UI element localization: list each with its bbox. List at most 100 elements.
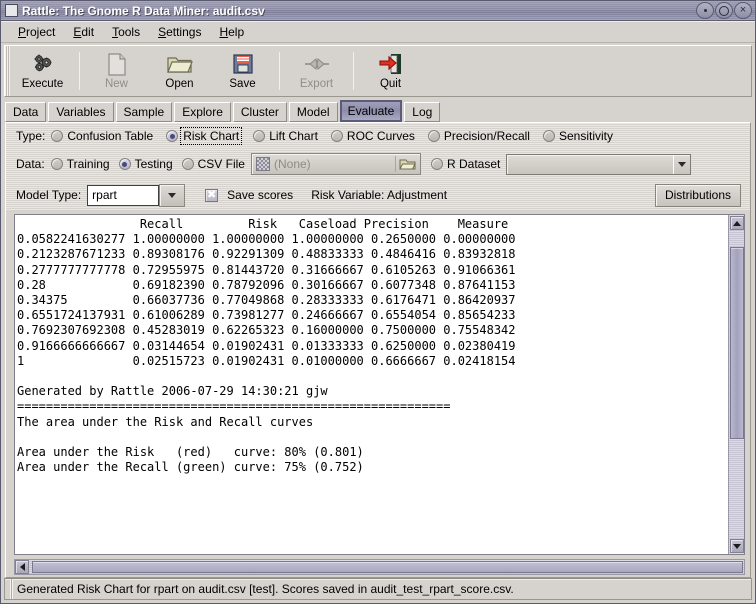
toolbar-button-execute[interactable]: Execute <box>11 46 74 96</box>
tab-evaluate[interactable]: Evaluate <box>339 100 403 122</box>
window-icon <box>5 4 18 17</box>
radio-dot <box>427 130 440 142</box>
radio-training[interactable]: Training <box>50 157 110 171</box>
vertical-scrollbar[interactable] <box>728 215 744 554</box>
radio-label: Risk Chart <box>180 127 243 145</box>
toolbar-button-save[interactable]: Save <box>211 46 274 96</box>
toolbar-label-open: Open <box>165 78 194 90</box>
radio-testing[interactable]: Testing <box>118 157 173 171</box>
toolbar: Execute New Open Save Export Quit <box>4 45 752 97</box>
toolbar-label-save: Save <box>229 78 256 90</box>
csv-file-chooser[interactable]: (None) <box>250 153 421 175</box>
menu-project[interactable]: Project <box>9 23 64 41</box>
tab-cluster[interactable]: Cluster <box>232 102 287 122</box>
notebook-tabstrip: Data Variables Sample Explore Cluster Mo… <box>5 100 751 122</box>
vscroll-thumb[interactable] <box>729 247 744 439</box>
save-scores-checkbox[interactable]: ✖ Save scores <box>205 188 293 202</box>
radio-label: Sensitivity <box>558 129 613 143</box>
radio-label: CSV File <box>197 157 245 171</box>
toolbar-separator <box>279 52 280 90</box>
radio-risk-chart[interactable]: Risk Chart <box>166 127 243 145</box>
new-document-icon <box>107 52 127 76</box>
results-textview-frame: Recall Risk Caseload Precision Measure 0… <box>14 214 745 555</box>
toolbar-label-quit: Quit <box>379 78 402 90</box>
tab-variables[interactable]: Variables <box>48 102 114 122</box>
folder-browse-icon[interactable] <box>396 158 420 171</box>
toolbar-button-open[interactable]: Open <box>148 46 211 96</box>
scroll-up-arrow-icon[interactable] <box>729 216 744 230</box>
radio-label: Precision/Recall <box>443 129 530 143</box>
window-controls: × <box>696 2 753 19</box>
radio-r-dataset[interactable]: R Dataset <box>430 157 500 171</box>
toolbar-separator <box>79 52 80 90</box>
close-button[interactable]: × <box>734 2 752 19</box>
vscroll-track[interactable] <box>729 231 744 538</box>
chevron-down-icon[interactable] <box>673 154 690 174</box>
csv-file-value: (None) <box>273 157 311 171</box>
checkerboard-icon <box>255 157 270 171</box>
data-row-label: Data: <box>16 157 45 171</box>
radio-csv-file[interactable]: CSV File <box>181 157 245 171</box>
menu-tools[interactable]: Tools <box>103 23 149 41</box>
radio-dot <box>166 130 179 142</box>
rattle-window: Rattle: The Gnome R Data Miner: audit.cs… <box>0 0 756 604</box>
checkbox-mark-icon: ✖ <box>205 188 219 202</box>
toolbar-button-quit[interactable]: Quit <box>359 46 422 96</box>
hscroll-thumb[interactable] <box>32 561 743 573</box>
tab-explore[interactable]: Explore <box>174 102 231 122</box>
data-row: Data: Training Testing CSV File (None) R… <box>6 149 750 179</box>
menu-help[interactable]: Help <box>210 23 253 41</box>
risk-variable-label: Risk Variable: Adjustment <box>311 188 448 202</box>
radio-label: Lift Chart <box>269 129 318 143</box>
menu-tools-label: ools <box>118 24 141 39</box>
toolbar-container: Execute New Open Save Export Quit <box>1 43 755 97</box>
menubar: Project Edit Tools Settings Help <box>1 21 755 43</box>
floppy-disk-icon <box>232 52 254 76</box>
radio-sensitivity[interactable]: Sensitivity <box>542 129 613 143</box>
menu-edit-label: dit <box>81 24 95 39</box>
model-type-dropdown-button[interactable] <box>159 183 186 207</box>
radio-lift-chart[interactable]: Lift Chart <box>253 129 318 143</box>
save-scores-label: Save scores <box>227 188 294 202</box>
r-dataset-combo[interactable] <box>506 153 692 175</box>
evaluate-panel: Type: Confusion Table Risk Chart Lift Ch… <box>5 122 751 578</box>
radio-confusion-table[interactable]: Confusion Table <box>51 129 153 143</box>
menu-edit[interactable]: Edit <box>64 23 103 41</box>
tab-model[interactable]: Model <box>288 102 338 122</box>
export-icon <box>304 52 330 76</box>
toolbar-separator <box>353 52 354 90</box>
open-folder-icon <box>166 52 193 76</box>
maximize-button[interactable] <box>715 2 733 19</box>
results-textview[interactable]: Recall Risk Caseload Precision Measure 0… <box>15 215 728 554</box>
model-type-input[interactable]: rpart <box>87 184 160 206</box>
model-type-label: Model Type: <box>16 188 82 202</box>
radio-label: Training <box>66 157 110 171</box>
quit-door-icon <box>378 52 403 76</box>
radio-dot <box>330 130 343 142</box>
radio-label: Confusion Table <box>67 129 154 143</box>
minimize-button[interactable] <box>696 2 714 19</box>
statusbar-text: Generated Risk Chart for rpart on audit.… <box>17 582 514 596</box>
tab-data[interactable]: Data <box>5 102 47 122</box>
toolbar-button-export[interactable]: Export <box>285 46 348 96</box>
toolbar-label-export: Export <box>299 78 334 90</box>
radio-dot <box>181 158 194 170</box>
menu-settings[interactable]: Settings <box>149 23 210 41</box>
radio-precision-recall[interactable]: Precision/Recall <box>427 129 530 143</box>
scroll-left-arrow-icon[interactable] <box>15 560 29 574</box>
statusbar: Generated Risk Chart for rpart on audit.… <box>4 578 752 600</box>
radio-roc-curves[interactable]: ROC Curves <box>330 129 415 143</box>
toolbar-label-execute: Execute <box>21 78 64 90</box>
radio-dot <box>51 130 64 142</box>
tab-sample[interactable]: Sample <box>115 102 173 122</box>
horizontal-scrollbar[interactable] <box>14 559 745 575</box>
window-titlebar[interactable]: Rattle: The Gnome R Data Miner: audit.cs… <box>1 1 755 21</box>
menu-project-label: roject <box>26 24 56 39</box>
toolbar-button-new[interactable]: New <box>85 46 148 96</box>
radio-dot <box>542 130 555 142</box>
radio-label: ROC Curves <box>346 129 415 143</box>
distributions-button[interactable]: Distributions <box>654 183 741 207</box>
scroll-down-arrow-icon[interactable] <box>729 539 744 553</box>
tab-log[interactable]: Log <box>404 102 441 122</box>
type-row-label: Type: <box>16 129 46 143</box>
